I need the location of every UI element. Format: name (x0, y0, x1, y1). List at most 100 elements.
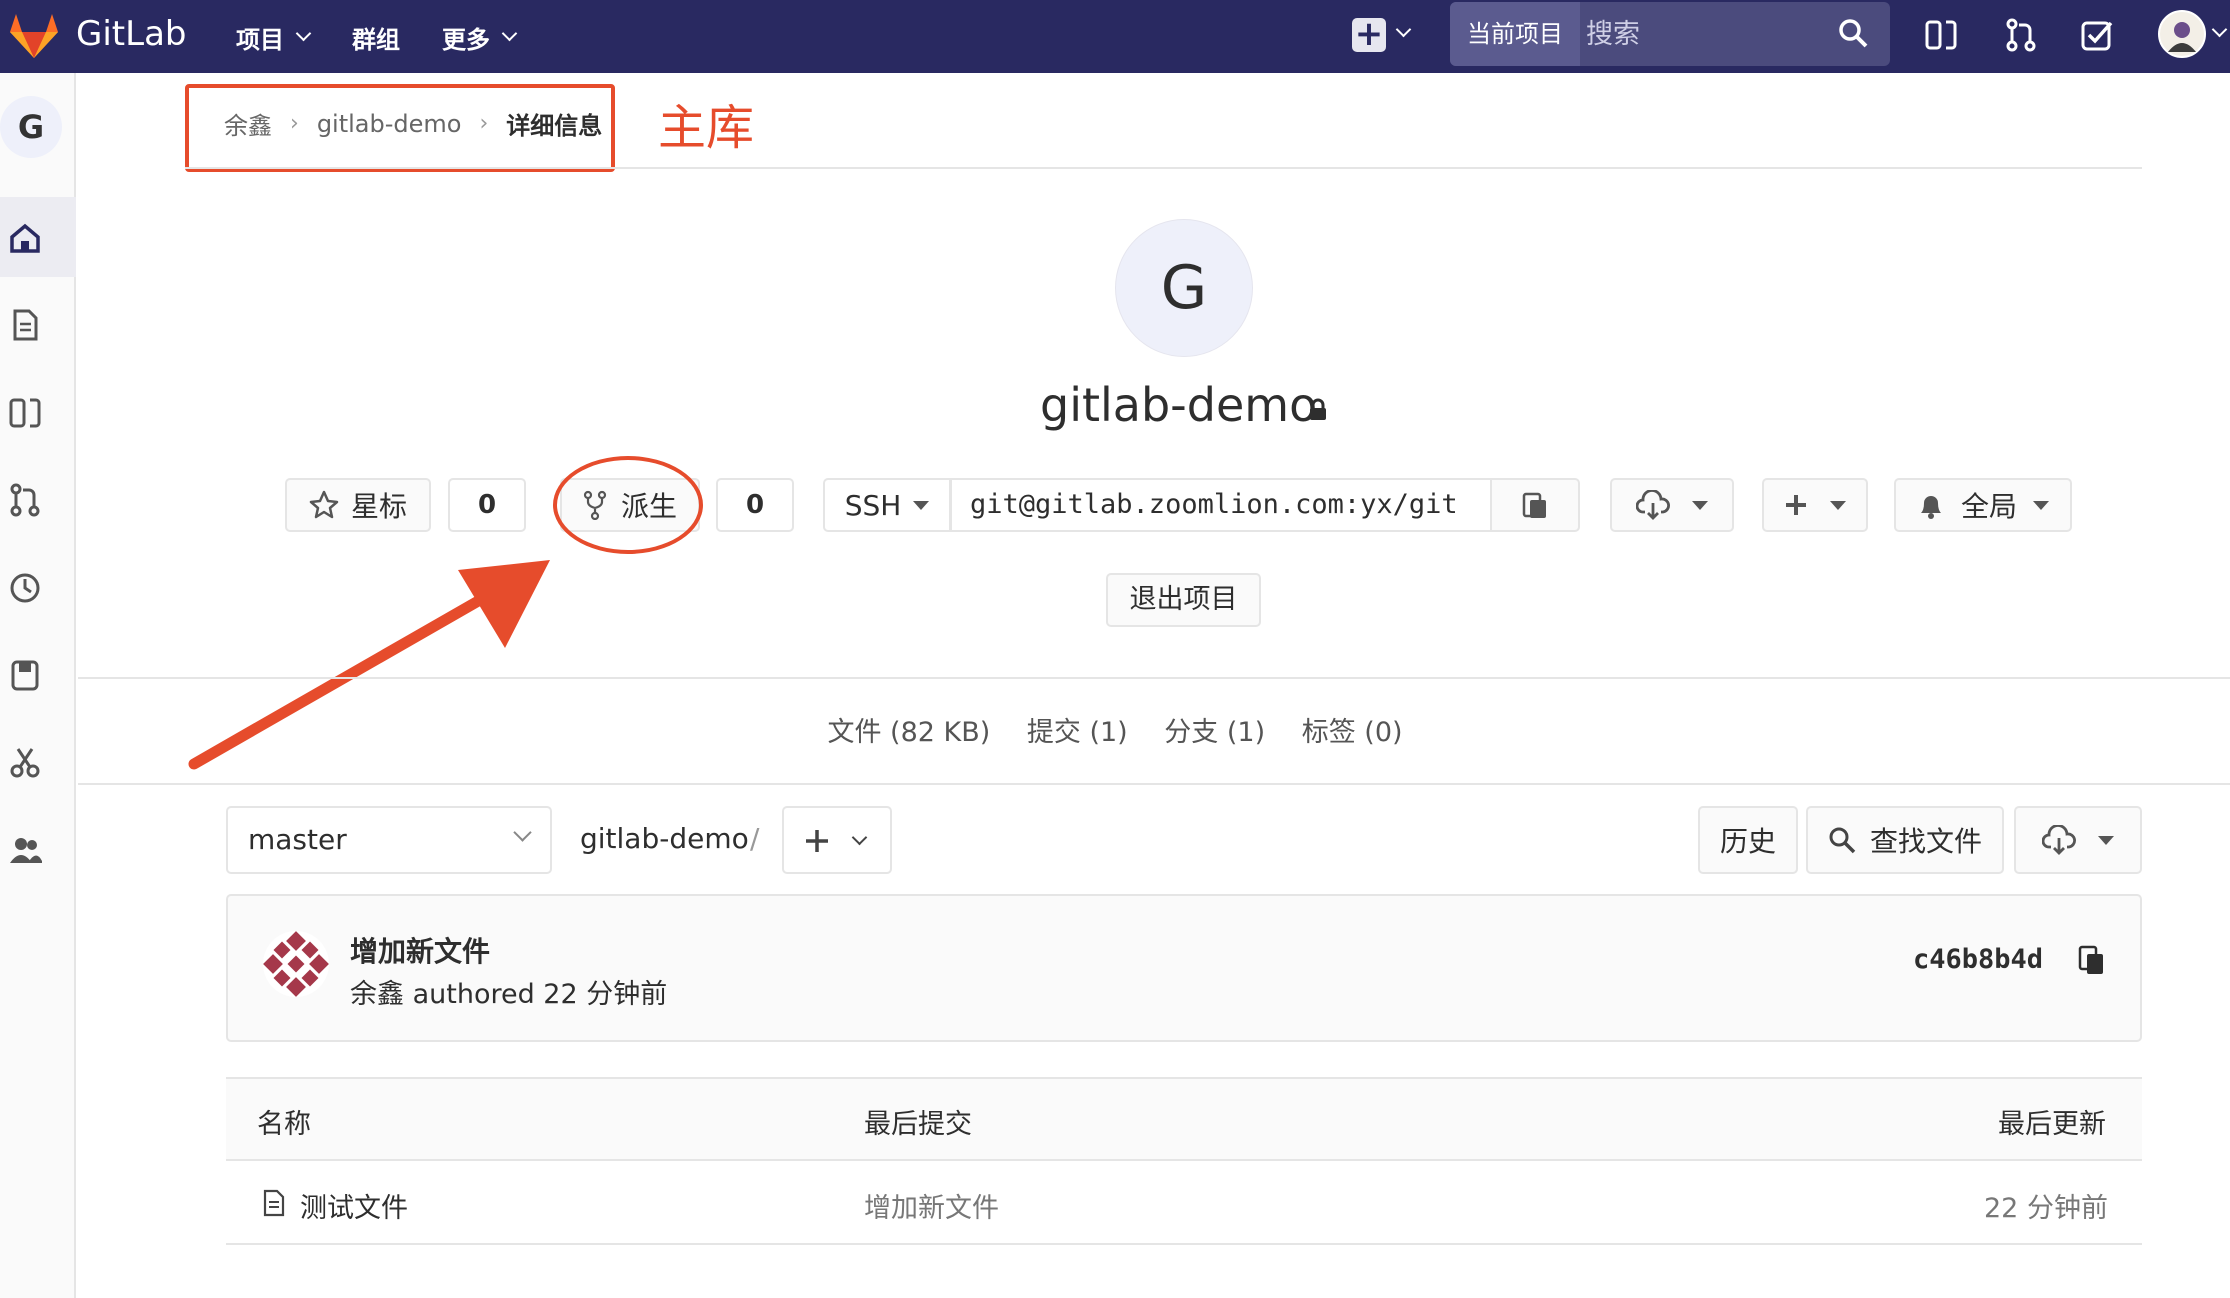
clone-protocol-dropdown[interactable]: SSH (823, 478, 951, 532)
commit-author-line: 余鑫 authored 22 分钟前 (350, 979, 668, 1010)
ci-cd-icon[interactable] (8, 571, 42, 605)
chevron-down-icon[interactable] (1395, 21, 1412, 38)
issues-board-icon[interactable] (1924, 18, 1958, 52)
file-updated: 22 分钟前 (1984, 1193, 2108, 1224)
clone-protocol-label: SSH (844, 488, 902, 522)
stat-tags[interactable]: 标签 (0) (1302, 717, 1403, 748)
caret-down-icon (1830, 500, 1846, 510)
chevron-down-icon (295, 25, 312, 42)
repository-icon[interactable] (8, 308, 42, 342)
star-count[interactable]: 0 (448, 478, 526, 532)
history-label: 历史 (1719, 825, 1776, 858)
new-item-button[interactable]: + (1352, 17, 1386, 52)
file-name-link[interactable]: 测试文件 (300, 1186, 408, 1225)
chevron-down-icon (501, 25, 518, 42)
user-avatar[interactable] (2158, 10, 2206, 58)
find-file-button[interactable]: 查找文件 (1806, 806, 2004, 874)
clipboard-icon (1522, 492, 1546, 518)
plus-icon (806, 830, 828, 852)
star-button[interactable]: 星标 (285, 478, 431, 532)
menu-projects[interactable]: 项目 (236, 20, 312, 55)
cloud-download-icon (2042, 825, 2076, 855)
wiki-icon[interactable] (8, 658, 42, 692)
clone-url-input[interactable]: git@gitlab.zoomlion.com:yx/git (950, 478, 1492, 532)
column-last-update: 最后更新 (1998, 1109, 2106, 1140)
avatar-image-icon (2168, 22, 2196, 52)
add-file-dropdown[interactable] (782, 806, 892, 874)
cloud-download-icon (1636, 490, 1670, 520)
breadcrumb-project[interactable]: gitlab-demo (317, 110, 462, 138)
breadcrumb: 余鑫 › gitlab-demo › 详细信息 (224, 106, 602, 141)
path-root[interactable]: gitlab-demo (580, 822, 749, 855)
divider (78, 677, 2230, 679)
star-label: 星标 (350, 490, 407, 523)
fork-count[interactable]: 0 (716, 478, 794, 532)
stat-commits[interactable]: 提交 (1) (1027, 717, 1128, 748)
history-button[interactable]: 历史 (1698, 806, 1798, 874)
search-input[interactable] (1584, 10, 1824, 58)
sidebar-project-avatar[interactable]: G (0, 96, 62, 158)
search-icon[interactable] (1838, 18, 1868, 48)
brand-name[interactable]: GitLab (76, 14, 186, 54)
breadcrumb-separator: › (290, 111, 299, 136)
add-to-tree-dropdown[interactable] (1762, 478, 1868, 532)
fork-highlight-circle (553, 456, 703, 554)
home-icon[interactable] (8, 221, 42, 255)
find-file-label: 查找文件 (1869, 825, 1982, 858)
divider (78, 783, 2230, 785)
column-last-commit: 最后提交 (864, 1109, 972, 1140)
project-title: gitlab-demo (1040, 378, 1318, 432)
project-stats: 文件 (82 KB) 提交 (1) 分支 (1) 标签 (0) (0, 710, 2230, 749)
annotation-label: 主库 (658, 100, 755, 156)
copy-sha-icon[interactable] (2078, 944, 2106, 976)
issues-icon[interactable] (8, 396, 42, 430)
leave-project-button[interactable]: 退出项目 (1106, 573, 1261, 627)
caret-down-icon (2098, 835, 2114, 845)
plus-icon (1786, 495, 1806, 515)
menu-more[interactable]: 更多 (442, 20, 518, 55)
column-name: 名称 (257, 1109, 311, 1140)
notification-label: 全局 (1960, 490, 2017, 523)
merge-requests-icon[interactable] (8, 483, 42, 517)
menu-groups-label: 群组 (352, 26, 400, 54)
copy-url-button[interactable] (1490, 478, 1580, 532)
caret-down-icon (1692, 500, 1708, 510)
merge-request-icon[interactable] (2004, 18, 2038, 52)
download-dropdown[interactable] (1610, 478, 1734, 532)
breadcrumb-current[interactable]: 详细信息 (506, 106, 602, 141)
stat-branches[interactable]: 分支 (1) (1164, 717, 1265, 748)
todos-icon[interactable] (2080, 18, 2114, 52)
gitlab-logo-icon[interactable] (8, 10, 60, 60)
path-separator: / (750, 822, 760, 855)
table-row (226, 1161, 2142, 1245)
snippets-icon[interactable] (8, 745, 42, 779)
project-avatar: G (1115, 219, 1253, 357)
commit-title[interactable]: 增加新文件 (350, 930, 490, 970)
notification-dropdown[interactable]: 全局 (1894, 478, 2072, 532)
members-icon[interactable] (8, 833, 42, 867)
last-commit-panel (226, 894, 2142, 1042)
menu-more-label: 更多 (442, 26, 490, 54)
breadcrumb-owner[interactable]: 余鑫 (224, 106, 272, 141)
search-scope[interactable]: 当前项目 (1450, 2, 1580, 66)
chevron-down-icon[interactable] (2211, 21, 2228, 38)
file-table-header (226, 1077, 2142, 1161)
commit-sha[interactable]: c46b8b4d (1913, 944, 2043, 975)
breadcrumb-separator: › (479, 111, 489, 136)
stat-files[interactable]: 文件 (82 KB) (827, 717, 990, 748)
commit-author-avatar-icon[interactable] (262, 930, 330, 998)
file-icon (263, 1189, 285, 1217)
caret-down-icon (2033, 500, 2049, 510)
project-sidebar: G (0, 73, 76, 1298)
lock-icon (1310, 398, 1326, 420)
search-icon (1829, 827, 1856, 854)
branch-selector[interactable]: master (226, 806, 552, 874)
download-archive-dropdown[interactable] (2014, 806, 2142, 874)
caret-down-icon (913, 500, 930, 510)
top-navbar: GitLab 项目 群组 更多 + 当前项目 (0, 0, 2230, 73)
menu-groups[interactable]: 群组 (352, 20, 400, 55)
file-last-commit-link[interactable]: 增加新文件 (864, 1186, 999, 1225)
divider (185, 167, 2142, 169)
menu-projects-label: 项目 (236, 26, 284, 54)
star-icon (309, 490, 339, 519)
